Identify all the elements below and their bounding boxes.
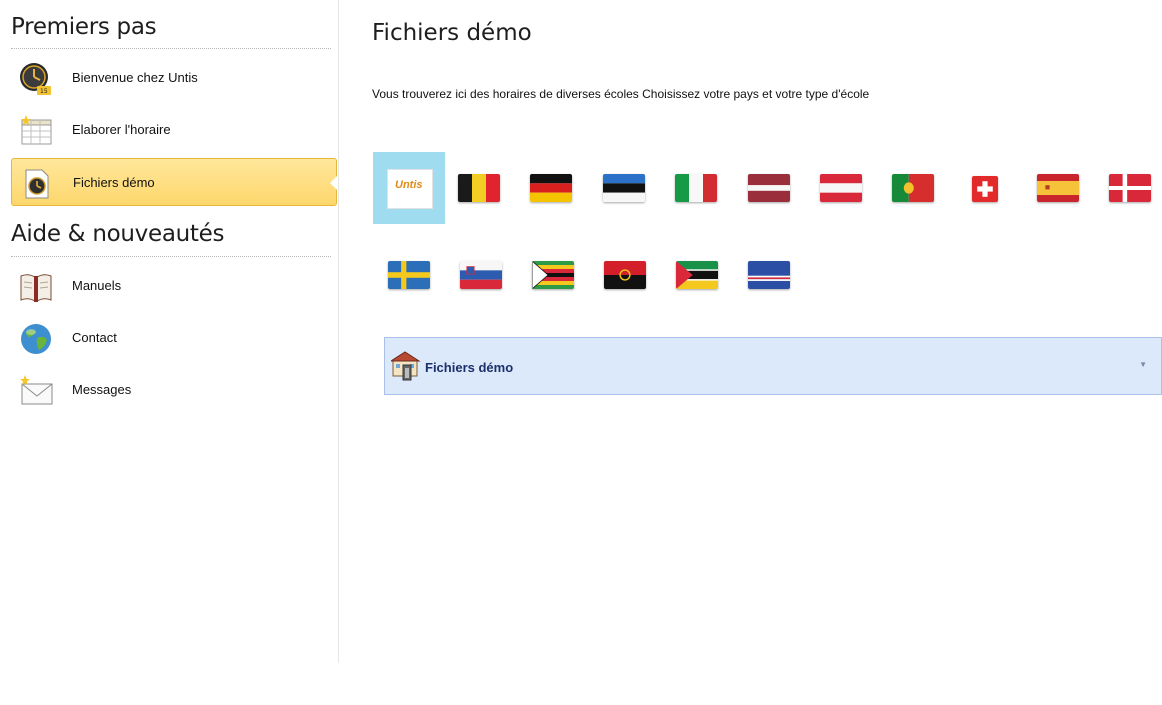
svg-text:15: 15 (40, 88, 48, 95)
mozambique-flag[interactable] (676, 261, 718, 289)
spain-flag[interactable] (1037, 174, 1079, 202)
sidebar-item-messages[interactable]: Messages (11, 366, 337, 414)
austria-flag[interactable] (820, 174, 862, 202)
sidebar-item-fichiers-demo[interactable]: Fichiers démo (11, 158, 337, 206)
description-text: Vous trouverez ici des horaires de diver… (372, 87, 870, 101)
demo-files-dropdown[interactable]: Fichiers démo ▼ (384, 337, 1162, 395)
untis-logo-text: Untis (395, 179, 423, 191)
divider (11, 256, 331, 257)
sidebar-item-label: Contact (72, 330, 117, 345)
slovenia-flag[interactable] (460, 261, 502, 289)
book-icon (20, 274, 52, 302)
sidebar-item-label: Bienvenue chez Untis (72, 70, 198, 85)
angola-flag[interactable] (604, 261, 646, 289)
italy-flag[interactable] (675, 174, 717, 202)
untis-flag-tile[interactable]: Untis (373, 152, 445, 224)
sidebar: Premiers pas 15 Bienvenue chez Untis Ela… (0, 0, 339, 663)
sidebar-item-elaborer[interactable]: Elaborer l'horaire (11, 106, 337, 154)
envelope-icon (20, 375, 53, 405)
timetable-icon (21, 115, 52, 145)
cape-verde-flag[interactable] (748, 261, 790, 289)
sidebar-item-label: Manuels (72, 278, 122, 293)
sweden-flag[interactable] (388, 261, 430, 289)
demo-file-icon (25, 169, 49, 199)
divider (11, 48, 331, 49)
dropdown-label: Fichiers démo (425, 360, 514, 375)
untis-logo: Untis (387, 169, 433, 209)
sidebar-item-bienvenue[interactable]: 15 Bienvenue chez Untis (11, 54, 337, 102)
switzerland-flag[interactable] (972, 176, 998, 202)
section-title-aide: Aide & nouveautés (11, 221, 225, 247)
school-icon (391, 351, 421, 381)
globe-icon (21, 324, 51, 354)
selection-notch (330, 176, 337, 190)
section-title-premiers-pas: Premiers pas (11, 14, 157, 40)
sidebar-item-label: Messages (72, 382, 132, 397)
denmark-flag[interactable] (1109, 174, 1151, 202)
page-title: Fichiers démo (372, 20, 532, 46)
chevron-down-icon[interactable]: ▼ (1139, 360, 1147, 369)
sidebar-item-label: Elaborer l'horaire (72, 122, 171, 137)
clock-icon: 15 (20, 63, 51, 95)
estonia-flag[interactable] (603, 174, 645, 202)
portugal-flag[interactable] (892, 174, 934, 202)
sidebar-item-label: Fichiers démo (73, 175, 155, 190)
sidebar-item-contact[interactable]: Contact (11, 314, 337, 362)
latvia-flag[interactable] (748, 174, 790, 202)
germany-flag[interactable] (530, 174, 572, 202)
sidebar-item-manuels[interactable]: Manuels (11, 262, 337, 310)
belgium-flag[interactable] (458, 174, 500, 202)
zimbabwe-flag[interactable] (532, 261, 574, 289)
